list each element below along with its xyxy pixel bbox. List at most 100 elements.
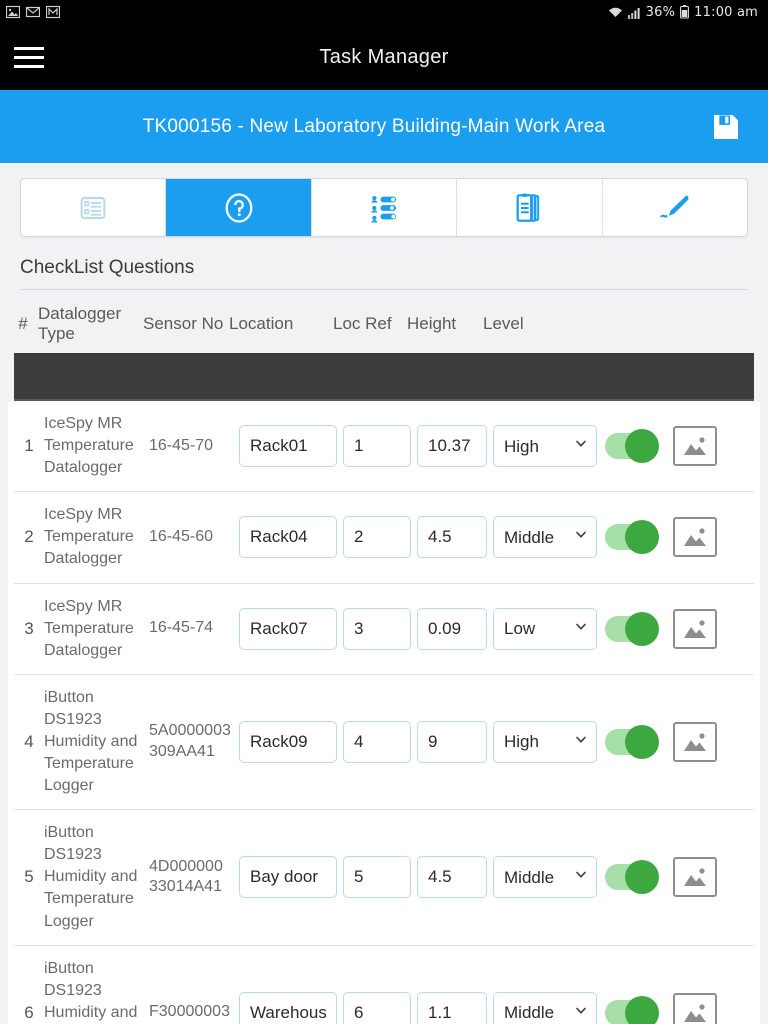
photo-placeholder-icon [684, 733, 706, 751]
photo-placeholder-icon [684, 868, 706, 887]
image-icon [6, 5, 20, 19]
documents-icon [516, 193, 540, 222]
tab-documents[interactable] [457, 179, 603, 236]
wifi-icon [608, 6, 623, 19]
task-title: TK000156 - New Laboratory Building-Main … [142, 115, 606, 137]
battery-icon [680, 5, 690, 19]
clock-label: 11:00 am [694, 4, 758, 20]
location-input[interactable] [239, 425, 337, 468]
column-header-sensor: Sensor No [143, 313, 224, 333]
task-header-bar: TK000156 - New Laboratory Building-Main … [0, 90, 768, 163]
datalogger-type-label: IceSpy MR Temperature Datalogger [44, 506, 134, 568]
tab-strip [20, 178, 748, 237]
table-divider-bar [14, 353, 754, 402]
sensor-no-label: 5A0000003309AA41 [149, 722, 231, 760]
photo-button[interactable] [673, 517, 717, 558]
loc-ref-input[interactable] [343, 991, 411, 1024]
row-toggle[interactable] [605, 611, 659, 646]
status-bar-system: 36% 11:00 am [608, 5, 758, 20]
level-select[interactable]: HighMiddleLow [493, 856, 597, 899]
location-input[interactable] [239, 856, 337, 899]
column-header-level: Level [483, 313, 524, 333]
level-select[interactable]: HighMiddleLow [493, 991, 597, 1024]
row-toggle[interactable] [605, 860, 659, 895]
height-input[interactable] [417, 425, 487, 468]
row-index: 1 [24, 436, 34, 456]
tab-assign[interactable] [311, 179, 458, 236]
toggle-knob [625, 520, 659, 555]
status-bar: 36% 11:00 am [0, 0, 768, 24]
height-input[interactable] [417, 607, 487, 650]
level-select[interactable]: HighMiddleLow [493, 607, 597, 650]
height-input[interactable] [417, 991, 487, 1024]
photo-button[interactable] [673, 721, 717, 762]
table-header-row: # Datalogger Type Sensor No Location Loc… [8, 290, 760, 354]
sensor-no-label: 16-45-60 [149, 528, 214, 546]
photo-button[interactable] [673, 857, 717, 898]
section-header: CheckList Questions [0, 251, 768, 290]
loc-ref-input[interactable] [343, 425, 411, 468]
loc-ref-input[interactable] [343, 516, 411, 559]
datalogger-type-label: iButton DS1923 Humidity and Temperature … [44, 688, 138, 795]
row-index: 2 [24, 527, 34, 547]
row-index: 4 [24, 731, 34, 751]
loc-ref-input[interactable] [343, 720, 411, 763]
table-row: 4 iButton DS1923 Humidity and Temperature… [14, 674, 754, 811]
row-toggle[interactable] [605, 995, 659, 1024]
loc-ref-input[interactable] [343, 607, 411, 650]
row-index: 5 [24, 867, 34, 887]
row-toggle[interactable] [605, 520, 659, 555]
mail-icon [26, 5, 40, 19]
table-row: 1 IceSpy MR Temperature Datalogger 16-45-7… [14, 401, 754, 493]
level-select[interactable]: HighMiddleLow [493, 720, 597, 763]
column-header-height: Height [407, 313, 457, 333]
photo-button[interactable] [673, 608, 717, 649]
column-header-locref: Loc Ref [333, 313, 392, 333]
column-header-num: # [18, 313, 28, 333]
height-input[interactable] [417, 720, 487, 763]
section-title: CheckList Questions [20, 257, 748, 290]
toggle-knob [625, 724, 659, 759]
table-row: 5 iButton DS1923 Humidity and Temperature… [14, 810, 754, 946]
column-header-location: Location [229, 313, 294, 333]
checklist-form-icon [80, 196, 106, 219]
photo-placeholder-icon [684, 437, 706, 456]
gmail-icon [46, 5, 60, 19]
battery-percent-label: 36% [645, 4, 676, 20]
location-input[interactable] [239, 607, 337, 650]
row-toggle[interactable] [605, 724, 659, 759]
table-row: 3 IceSpy MR Temperature Datalogger 16-45-7… [14, 583, 754, 675]
height-input[interactable] [417, 856, 487, 899]
datalogger-type-label: IceSpy MR Temperature Datalogger [44, 415, 134, 477]
save-floppy-icon [714, 114, 738, 139]
tab-strip-container [0, 163, 768, 251]
location-input[interactable] [239, 991, 337, 1024]
photo-button[interactable] [673, 426, 717, 467]
row-index: 6 [24, 1002, 34, 1022]
datalogger-type-label: iButton DS1923 Humidity and Temperature … [44, 824, 138, 930]
status-bar-notifications [6, 5, 60, 19]
level-select[interactable]: HighMiddleLow [493, 425, 597, 468]
sensor-no-label: 16-45-70 [149, 436, 214, 454]
sensor-no-label: 16-45-74 [149, 619, 214, 637]
tab-questions[interactable] [166, 179, 312, 236]
tab-details[interactable] [21, 179, 167, 236]
table-row: 6 iButton DS1923 Humidity and Temperature… [14, 945, 754, 1024]
column-header-type: Datalogger Type [38, 304, 122, 343]
save-button[interactable] [706, 107, 746, 147]
loc-ref-input[interactable] [343, 856, 411, 899]
photo-button[interactable] [673, 992, 717, 1024]
toggle-knob [625, 995, 659, 1024]
location-input[interactable] [239, 516, 337, 559]
page-title: Task Manager [319, 45, 449, 68]
datalogger-type-label: iButton DS1923 Humidity and Temperature … [44, 959, 138, 1021]
tab-signature[interactable] [602, 179, 747, 236]
datalogger-type-label: IceSpy MR Temperature Datalogger [44, 597, 134, 659]
row-toggle[interactable] [605, 429, 659, 464]
hamburger-menu-icon[interactable] [14, 46, 62, 68]
signal-icon [627, 6, 641, 19]
assign-people-icon [371, 195, 397, 222]
location-input[interactable] [239, 720, 337, 763]
level-select[interactable]: HighMiddleLow [493, 516, 597, 559]
height-input[interactable] [417, 516, 487, 559]
